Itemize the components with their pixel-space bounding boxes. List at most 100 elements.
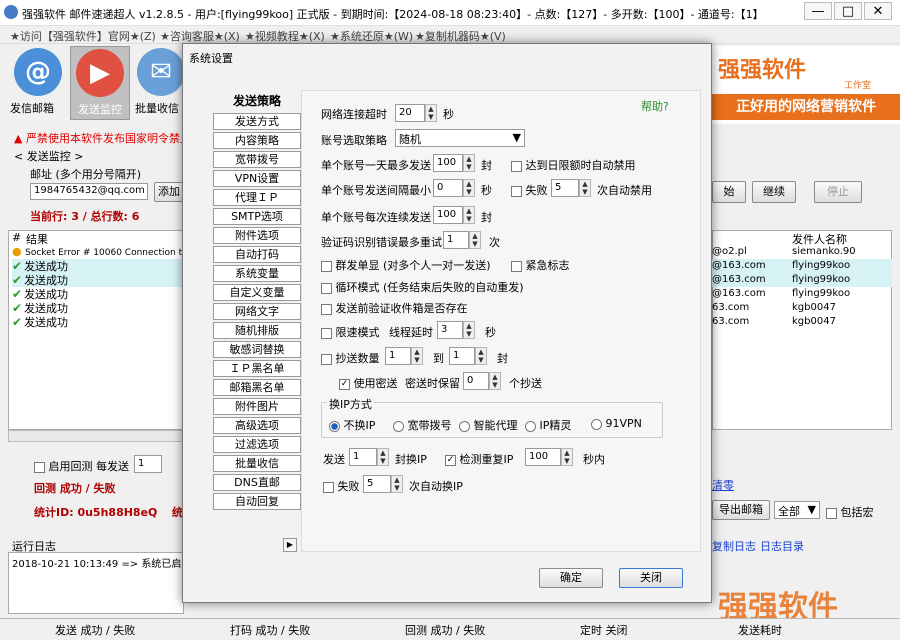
minimize-button[interactable]: — <box>804 2 832 20</box>
spinner-arrows-icon[interactable]: ▲ ▼ <box>463 154 475 172</box>
table-row-right[interactable]: @163.com flying99koo <box>712 259 892 273</box>
fail2-checkbox[interactable]: 失败 <box>323 478 360 494</box>
radio-91vpn[interactable]: 91VPN <box>591 417 642 430</box>
radio-no-change-ip[interactable]: 不换IP <box>329 417 375 433</box>
fail-checkbox[interactable]: 失败 <box>511 182 548 198</box>
spinner-arrows-icon[interactable]: ▲ ▼ <box>463 321 475 339</box>
spinner-arrows-icon[interactable]: ▲ ▼ <box>579 179 591 197</box>
nav-ip-blacklist[interactable]: ＩＰ黑名单 <box>213 360 301 377</box>
toolbar-send-monitor[interactable]: ▶ 发送监控 <box>70 46 130 120</box>
radio-ip-sprite[interactable]: IP精灵 <box>525 417 571 433</box>
radio-smart-proxy[interactable]: 智能代理 <box>459 417 518 433</box>
horizontal-scrollbar[interactable] <box>8 430 192 442</box>
start-button[interactable]: 始 <box>712 181 746 203</box>
daily-limit-disable-checkbox[interactable]: 达到日限额时自动禁用 <box>511 157 636 173</box>
daily-max-input[interactable]: 100 <box>433 154 463 172</box>
cc-to-input[interactable]: 1 <box>449 347 475 365</box>
menu-item-tutorial[interactable]: ★视频教程★(X) <box>245 28 325 44</box>
nav-auto-captcha[interactable]: 自动打码 <box>213 246 301 263</box>
toolbar-send-mailbox[interactable]: @ 发信邮箱 <box>10 48 62 116</box>
nav-dns-direct[interactable]: DNS直邮 <box>213 474 301 491</box>
table-row-right[interactable]: @163.com flying99koo <box>712 287 892 301</box>
spinner-arrows-icon[interactable]: ▲ ▼ <box>463 179 475 197</box>
cc-count-checkbox[interactable]: 抄送数量 <box>321 350 380 366</box>
spinner-arrows-icon[interactable]: ▲ ▼ <box>469 231 481 249</box>
continue-button[interactable]: 继续 <box>752 181 796 203</box>
fail2-input[interactable]: 5 <box>363 475 391 493</box>
group-single-checkbox[interactable]: 群发单显 (对多个人一对一发送) <box>321 257 491 273</box>
table-row[interactable]: ● Socket Error # 10060 Connection tim <box>12 245 192 259</box>
spinner-arrows-icon[interactable]: ▲ ▼ <box>475 347 487 365</box>
help-link[interactable]: 帮助? <box>641 98 669 114</box>
table-row[interactable]: ✔ 发送成功 <box>12 259 192 273</box>
send-input[interactable]: 1 <box>349 448 377 466</box>
account-policy-select[interactable]: 随机 ▼ <box>395 129 525 147</box>
interval-input[interactable]: 0 <box>433 179 463 197</box>
table-row-right[interactable]: @o2.pl siemanko.90 <box>712 245 892 259</box>
ok-button[interactable]: 确定 <box>539 568 603 588</box>
nav-filter[interactable]: 过滤选项 <box>213 436 301 453</box>
nav-send-mode[interactable]: 发送方式 <box>213 113 301 130</box>
nav-scroll-right-icon[interactable]: ▶ <box>283 538 297 552</box>
radio-broadband[interactable]: 宽带拨号 <box>393 417 452 433</box>
nav-network-text[interactable]: 网络文字 <box>213 303 301 320</box>
table-row[interactable]: ✔ 发送成功 <box>12 273 192 287</box>
nav-auto-reply[interactable]: 自动回复 <box>213 493 301 510</box>
continuous-input[interactable]: 100 <box>433 206 463 224</box>
dialog-close-button[interactable]: 关闭 <box>619 568 683 588</box>
nav-proxy-ip[interactable]: 代理ＩＰ <box>213 189 301 206</box>
close-button[interactable]: ✕ <box>864 2 892 20</box>
clear-link[interactable]: 清零 <box>712 477 734 493</box>
loop-mode-checkbox[interactable]: 循环模式 (任务结束后失败的自动重发) <box>321 279 524 295</box>
nav-broadband-dial[interactable]: 宽带拨号 <box>213 151 301 168</box>
include-macro-checkbox[interactable]: 包括宏 <box>826 504 874 520</box>
speed-limit-checkbox[interactable]: 限速模式 <box>321 324 380 340</box>
spinner-arrows-icon[interactable]: ▲ ▼ <box>489 372 501 390</box>
nav-random-layout[interactable]: 随机排版 <box>213 322 301 339</box>
table-row[interactable]: ✔ 发送成功 <box>12 301 192 315</box>
menu-item-support[interactable]: ★咨询客服★(X) <box>160 28 240 44</box>
menu-item-copy-code[interactable]: ★复制机器码★(V) <box>415 28 506 44</box>
stop-button[interactable]: 停止 <box>814 181 862 203</box>
all-select[interactable]: 全部 ▼ <box>774 501 820 519</box>
detect-repeat-checkbox[interactable]: ✓ 检测重复IP <box>445 451 513 467</box>
nav-sensitive-words[interactable]: 敏感词替换 <box>213 341 301 358</box>
address-input[interactable]: 1984765432@qq.com <box>30 183 148 200</box>
nav-custom-vars[interactable]: 自定义变量 <box>213 284 301 301</box>
detect-input[interactable]: 100 <box>525 448 561 466</box>
nav-batch-receive[interactable]: 批量收信 <box>213 455 301 472</box>
captcha-input[interactable]: 1 <box>443 231 469 249</box>
nav-attachment-image[interactable]: 附件图片 <box>213 398 301 415</box>
per-send-input[interactable]: 1 <box>134 455 162 473</box>
nav-advanced[interactable]: 高级选项 <box>213 417 301 434</box>
nav-attachment[interactable]: 附件选项 <box>213 227 301 244</box>
nav-system-vars[interactable]: 系统变量 <box>213 265 301 282</box>
spinner-arrows-icon[interactable]: ▲ ▼ <box>561 448 573 466</box>
urgent-checkbox[interactable]: 紧急标志 <box>511 257 570 273</box>
secret-send-checkbox[interactable]: ✓ 使用密送 <box>339 375 398 391</box>
log-dir-link[interactable]: 日志目录 <box>760 538 804 554</box>
verify-before-checkbox[interactable]: 发送前验证收件箱是否存在 <box>321 300 468 316</box>
thread-delay-input[interactable]: 3 <box>437 321 463 339</box>
nav-vpn[interactable]: VPN设置 <box>213 170 301 187</box>
cc-from-input[interactable]: 1 <box>385 347 411 365</box>
copy-log-link[interactable]: 复制日志 <box>712 538 756 554</box>
secret-keep-input[interactable]: 0 <box>463 372 489 390</box>
spinner-arrows-icon[interactable]: ▲ ▼ <box>391 475 403 493</box>
add-button[interactable]: 添加 <box>154 182 184 202</box>
toolbar-batch-receive[interactable]: ✉ 批量收信 <box>135 48 185 116</box>
table-row[interactable]: ✔ 发送成功 <box>12 287 192 301</box>
table-row-right[interactable]: 63.com kgb0047 <box>712 315 892 329</box>
fail-input[interactable]: 5 <box>551 179 579 197</box>
spinner-arrows-icon[interactable]: ▲ ▼ <box>463 206 475 224</box>
table-row-right[interactable]: @163.com flying99koo <box>712 273 892 287</box>
spinner-arrows-icon[interactable]: ▲ ▼ <box>377 448 389 466</box>
table-row-right[interactable]: 63.com kgb0047 <box>712 301 892 315</box>
menu-item-restore[interactable]: ★系统还原★(W) <box>330 28 413 44</box>
table-row[interactable]: ✔ 发送成功 <box>12 315 192 329</box>
menu-item-website[interactable]: ★访问【强强软件】官网★(Z) <box>10 28 156 44</box>
nav-send-policy[interactable]: 发送策略 <box>213 94 301 111</box>
maximize-button[interactable]: □ <box>834 2 862 20</box>
spinner-arrows-icon[interactable]: ▲ ▼ <box>425 104 437 122</box>
nav-mail-blacklist[interactable]: 邮箱黑名单 <box>213 379 301 396</box>
